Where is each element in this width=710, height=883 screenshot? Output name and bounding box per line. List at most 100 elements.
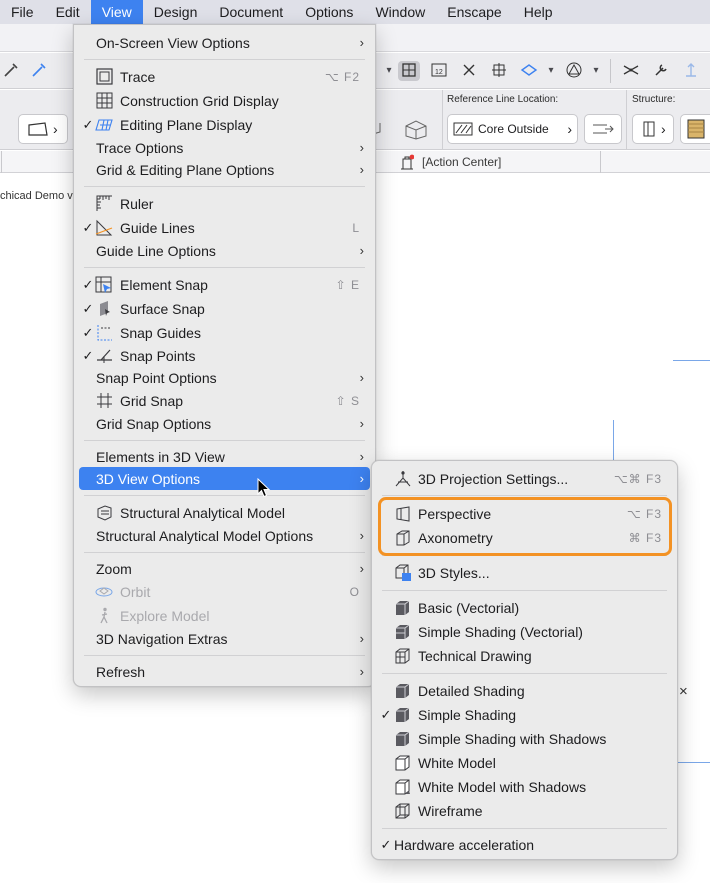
structure-type-select[interactable]: › <box>632 114 674 144</box>
menu-separator <box>382 828 667 829</box>
menu-separator <box>84 440 365 441</box>
menu-ruler[interactable]: Ruler <box>79 192 370 215</box>
structure-fill-select[interactable] <box>680 114 710 144</box>
submenu-arrow-icon: › <box>359 140 364 155</box>
menu-grid-editing-plane-options[interactable]: Grid & Editing Plane Options › <box>79 158 370 181</box>
menu-simple-shading-with-shadows[interactable]: Simple Shading with Shadows <box>377 727 672 750</box>
menu-trace-options[interactable]: Trace Options › <box>79 136 370 159</box>
menu-guide-lines[interactable]: ✓ Guide Lines L <box>79 216 370 239</box>
reference-line-select[interactable]: Core Outside › <box>447 114 578 144</box>
eyedropper-icon[interactable] <box>0 61 22 81</box>
intersect-icon[interactable] <box>458 61 480 81</box>
close-icon[interactable]: × <box>679 683 688 700</box>
menu-detailed-shading[interactable]: Detailed Shading <box>377 679 672 702</box>
checkmark-icon: ✓ <box>380 706 392 722</box>
plane-icon[interactable] <box>518 61 540 81</box>
submenu-arrow-icon: › <box>359 370 364 385</box>
element-snap-icon <box>95 276 113 294</box>
projection-settings-icon <box>394 470 412 488</box>
menu-separator <box>84 186 365 187</box>
ruler-scale-icon[interactable]: 12 <box>428 61 450 81</box>
menubar-options[interactable]: Options <box>294 0 364 24</box>
reference-line-label: Reference Line Location: <box>447 94 559 105</box>
menu-item-label: Hardware acceleration <box>394 836 535 853</box>
menu-construction-grid-display[interactable]: Construction Grid Display <box>79 89 370 112</box>
menu-3d-styles[interactable]: 3D Styles... <box>377 561 672 584</box>
menu-wireframe[interactable]: Wireframe <box>377 799 672 822</box>
menu-item-label: Technical Drawing <box>418 647 532 664</box>
geometry-method-select[interactable]: › <box>18 114 68 144</box>
menu-grid-snap[interactable]: Grid Snap ⇧ S <box>79 389 370 412</box>
menu-3d-view-options[interactable]: 3D View Options › <box>79 467 370 490</box>
menu-3d-projection-settings[interactable]: 3D Projection Settings... ⌥⌘ F3 <box>377 467 672 490</box>
menu-item-label: Wireframe <box>418 802 483 819</box>
menu-zoom[interactable]: Zoom › <box>79 557 370 580</box>
menu-item-label: Orbit <box>120 583 151 600</box>
submenu-arrow-icon: › <box>359 561 364 576</box>
menu-item-label: Element Snap <box>120 276 208 293</box>
frame-icon[interactable] <box>488 61 510 81</box>
syringe-icon[interactable] <box>28 61 50 81</box>
triangle-circle-icon[interactable] <box>563 61 585 81</box>
tab-action-center[interactable]: [Action Center] <box>400 151 501 173</box>
menu-item-label: Surface Snap <box>120 300 205 317</box>
menu-simple-shading[interactable]: ✓ Simple Shading <box>377 703 672 726</box>
menubar-file[interactable]: File <box>0 0 45 24</box>
chevron-right-icon: › <box>53 121 58 137</box>
menu-snap-guides[interactable]: ✓ Snap Guides <box>79 321 370 344</box>
guide-lines-icon <box>95 219 113 237</box>
menu-refresh[interactable]: Refresh › <box>79 660 370 683</box>
menu-guide-line-options[interactable]: Guide Line Options › <box>79 239 370 262</box>
menu-element-snap[interactable]: ✓ Element Snap ⇧ E <box>79 273 370 296</box>
grid-snap-icon[interactable] <box>398 61 420 81</box>
menu-simple-shading-vectorial[interactable]: Simple Shading (Vectorial) <box>377 620 672 643</box>
menu-item-label: Construction Grid Display <box>120 92 279 109</box>
menu-hardware-acceleration[interactable]: ✓ Hardware acceleration <box>377 833 672 856</box>
chevron-down-icon[interactable]: ▾ <box>378 61 400 81</box>
menu-item-label: Grid Snap Options <box>96 415 212 432</box>
menubar-document[interactable]: Document <box>208 0 294 24</box>
menu-trace[interactable]: Trace ⌥ F2 <box>79 65 370 88</box>
submenu-arrow-icon: › <box>359 243 364 258</box>
action-center-icon <box>401 154 414 170</box>
menu-item-label: Explore Model <box>120 607 210 624</box>
chevron-down-icon[interactable]: ▾ <box>585 61 607 81</box>
menu-item-label: Simple Shading (Vectorial) <box>418 623 583 640</box>
menu-structural-analytical-model-options[interactable]: Structural Analytical Model Options › <box>79 524 370 547</box>
shortcut-label: ⇧ S <box>335 393 360 408</box>
menu-separator <box>84 552 365 553</box>
menu-snap-point-options[interactable]: Snap Point Options › <box>79 366 370 389</box>
menubar-window[interactable]: Window <box>364 0 436 24</box>
menu-structural-analytical-model[interactable]: Structural Analytical Model <box>79 501 370 524</box>
menu-editing-plane-display[interactable]: ✓ Editing Plane Display <box>79 113 370 136</box>
chevron-down-icon[interactable]: ▾ <box>540 61 562 81</box>
menu-elements-in-3d-view[interactable]: Elements in 3D View › <box>79 445 370 468</box>
shortcut-label: O <box>349 584 360 599</box>
elevation-icon[interactable] <box>680 61 702 81</box>
menu-basic-vectorial[interactable]: Basic (Vectorial) <box>377 596 672 619</box>
menubar-view[interactable]: View <box>90 0 143 24</box>
menu-3d-navigation-extras[interactable]: 3D Navigation Extras › <box>79 627 370 650</box>
menu-on-screen-view-options[interactable]: On-Screen View Options › <box>79 31 370 54</box>
technical-drawing-icon <box>394 647 412 665</box>
menu-item-label: On-Screen View Options <box>96 34 250 51</box>
submenu-arrow-icon: › <box>359 631 364 646</box>
menubar-edit[interactable]: Edit <box>45 0 91 24</box>
menu-surface-snap[interactable]: ✓ Surface Snap <box>79 297 370 320</box>
checkmark-icon: ✓ <box>82 276 94 292</box>
box-3d-icon <box>402 118 430 140</box>
wrench-icon[interactable] <box>650 61 672 81</box>
scissors-icon[interactable] <box>620 61 642 81</box>
menu-item-label: Grid & Editing Plane Options <box>96 161 275 178</box>
menu-item-label: Guide Lines <box>120 219 195 236</box>
menubar-help[interactable]: Help <box>513 0 564 24</box>
menubar-enscape[interactable]: Enscape <box>436 0 512 24</box>
menubar-design[interactable]: Design <box>143 0 209 24</box>
menu-snap-points[interactable]: ✓ Snap Points <box>79 344 370 367</box>
menu-white-model-with-shadows[interactable]: White Model with Shadows <box>377 775 672 798</box>
menu-technical-drawing[interactable]: Technical Drawing <box>377 644 672 667</box>
menu-white-model[interactable]: White Model <box>377 751 672 774</box>
menu-separator <box>84 495 365 496</box>
menu-grid-snap-options[interactable]: Grid Snap Options › <box>79 412 370 435</box>
reference-line-offset-button[interactable] <box>584 114 622 144</box>
